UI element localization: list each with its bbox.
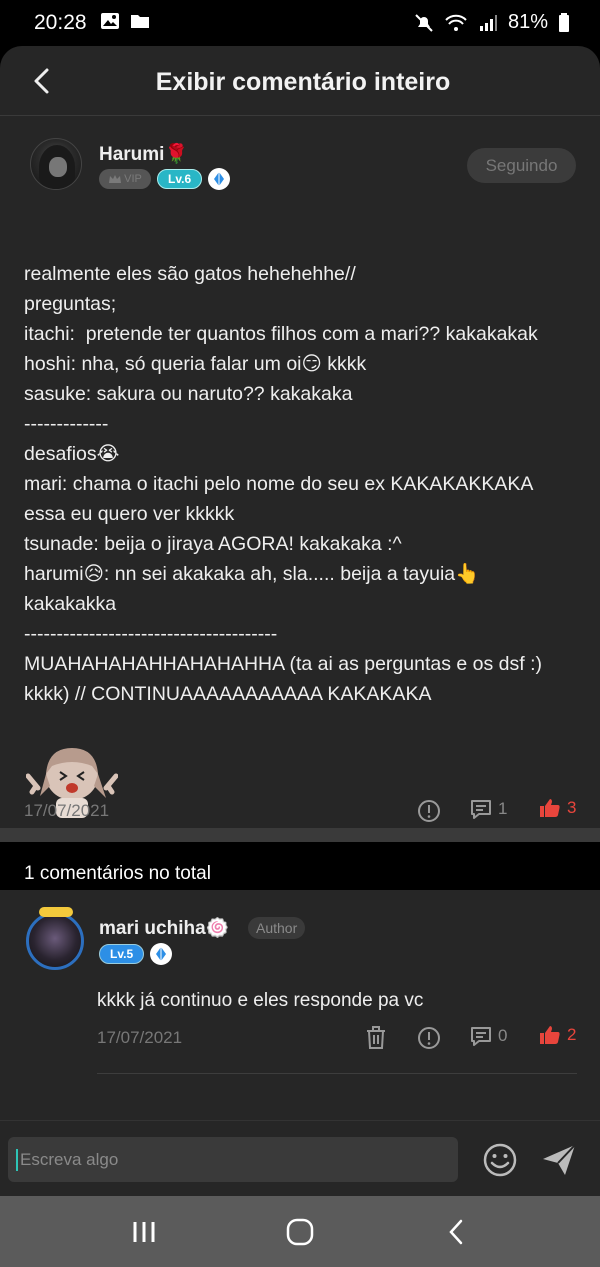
comment-item: mari uchiha🍥 Author Lv.5 kkkk já continu…: [0, 890, 600, 1100]
post-card: Harumi🌹 VIP Lv.6 Seguindo realmente eles…: [0, 116, 600, 829]
compose-bar: [0, 1120, 600, 1196]
post-line: essa eu quero ver kkkkk: [24, 503, 235, 525]
title-badge-icon: [208, 168, 231, 190]
send-icon[interactable]: [540, 1142, 578, 1178]
home-button[interactable]: [280, 1216, 320, 1248]
battery-icon: [559, 12, 569, 32]
post-line: realmente eles são gatos hehehehhe//: [24, 263, 356, 285]
divider: [0, 842, 600, 862]
screen: Exibir comentário inteiro Harumi🌹 VIP Lv…: [0, 46, 600, 1196]
post-line: itachi: pretende ter quantos filhos com …: [24, 323, 538, 345]
post-line: ---------------------------------------: [24, 623, 278, 645]
post-line: desafios😭: [24, 443, 120, 465]
comment-input[interactable]: [20, 1137, 450, 1182]
comment-count: 1: [498, 799, 508, 818]
post-author-name[interactable]: Harumi🌹: [99, 142, 188, 166]
status-bar: 20:28 81%: [0, 0, 600, 46]
post-line: harumi😥: nn sei akakaka ah, sla..... bei…: [24, 563, 480, 585]
post-line: sasuke: sakura ou naruto?? kakakaka: [24, 383, 353, 405]
post-line: hoshi: nha, só queria falar um oi😏 kkkk: [24, 353, 367, 375]
divider: [0, 828, 600, 842]
comment-action[interactable]: 1: [470, 798, 507, 820]
status-left-icons: [100, 12, 150, 30]
report-icon[interactable]: [417, 799, 441, 823]
post-line: MUAHAHAHAHHAHAHAHHA (ta ai as perguntas …: [24, 653, 543, 675]
post-line: kkkk) // CONTINUAAAAAAAAAAA KAKAKAKA: [24, 683, 432, 705]
like-action[interactable]: 3: [539, 798, 576, 818]
post-line: kakakakka: [24, 593, 117, 615]
post-meta: 17/07/2021 1 3: [0, 791, 600, 831]
text-caret: [16, 1149, 18, 1171]
like-action[interactable]: 2: [539, 1025, 576, 1045]
crown-icon: [109, 175, 122, 183]
level-badge: Lv.5: [99, 944, 145, 964]
battery-percent: 81%: [507, 11, 548, 33]
divider: [97, 1073, 577, 1074]
comment-icon: [471, 800, 491, 819]
post-line: preguntas;: [24, 293, 117, 315]
status-right: 81%: [414, 11, 570, 34]
wifi-icon: [445, 14, 467, 31]
emoji-icon[interactable]: [482, 1142, 518, 1178]
recent-apps-icon: [133, 1222, 155, 1242]
follow-button[interactable]: Seguindo: [467, 148, 576, 183]
status-time: 20:28: [34, 11, 87, 34]
vip-badge: VIP: [99, 169, 151, 189]
mute-icon: [415, 13, 433, 32]
thumbs-up-icon: [540, 799, 560, 817]
home-icon: [286, 1218, 314, 1246]
post-line: tsunade: beija o jiraya AGORA! kakakaka …: [24, 533, 402, 555]
app-bar: Exibir comentário inteiro: [0, 46, 600, 116]
post-body: realmente eles são gatos hehehehhe// pre…: [24, 259, 584, 709]
post-line: mari: chama o itachi pelo nome do seu ex…: [24, 473, 534, 495]
post-date: 17/07/2021: [24, 801, 110, 820]
post-line: -------------: [24, 413, 109, 435]
report-icon[interactable]: [417, 1026, 441, 1050]
trash-icon[interactable]: [365, 1026, 387, 1050]
comment-icon: [471, 1027, 491, 1046]
comment-date: 17/07/2021: [97, 1028, 183, 1047]
avatar[interactable]: [30, 138, 82, 190]
image-icon: [101, 13, 119, 29]
comments-total: 1 comentários no total: [24, 863, 211, 884]
back-icon: [449, 1219, 463, 1245]
folder-icon: [131, 15, 149, 28]
comment-count: 0: [498, 1026, 508, 1045]
like-count: 2: [567, 1025, 577, 1044]
back-button[interactable]: [436, 1216, 476, 1248]
author-tag: Author: [248, 917, 306, 939]
comment-text: kkkk já continuo e eles responde pa vc: [97, 990, 424, 1011]
page-title: Exibir comentário inteiro: [155, 68, 451, 96]
thumbs-up-icon: [540, 1026, 560, 1044]
system-nav-bar: [0, 1196, 600, 1267]
recent-apps-button[interactable]: [124, 1216, 164, 1248]
avatar[interactable]: [26, 907, 84, 970]
comments-header: 1 comentários no total: [0, 862, 600, 890]
author-badges: Lv.5: [99, 943, 173, 965]
level-badge: Lv.6: [157, 169, 203, 189]
comment-input-box[interactable]: [8, 1137, 458, 1182]
comment-action[interactable]: 0: [470, 1025, 507, 1047]
title-badge-icon: [150, 943, 173, 965]
author-badges: VIP Lv.6: [99, 168, 231, 190]
like-count: 3: [567, 798, 577, 817]
comment-author-name[interactable]: mari uchiha🍥: [99, 916, 229, 940]
signal-icon: [479, 14, 497, 31]
